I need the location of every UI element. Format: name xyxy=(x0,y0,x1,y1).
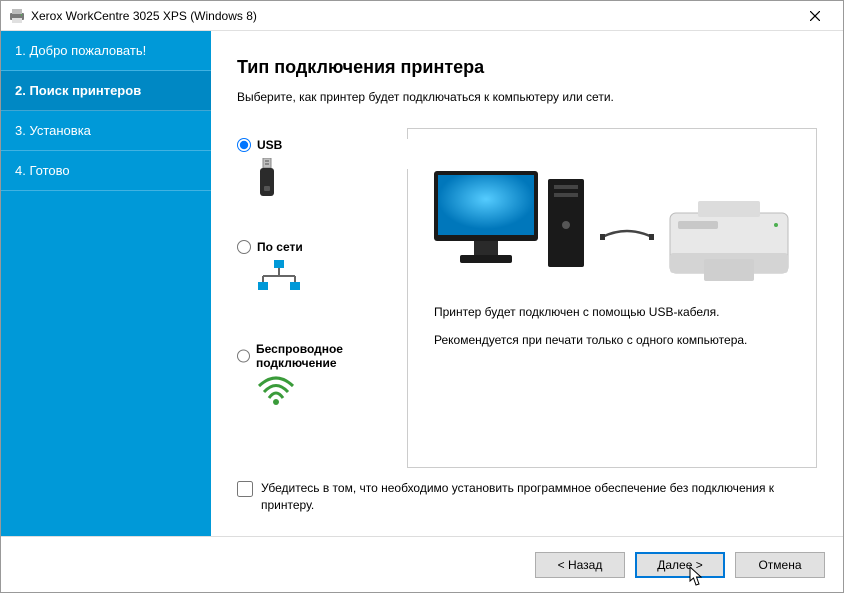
close-button[interactable] xyxy=(795,2,835,30)
installer-window: Xerox WorkCentre 3025 XPS (Windows 8) 1.… xyxy=(0,0,844,593)
radio-wireless[interactable] xyxy=(237,349,250,363)
option-usb[interactable]: USB xyxy=(237,138,397,198)
radio-wireless-label: Беспроводное подключение xyxy=(256,342,397,370)
window-title: Xerox WorkCentre 3025 XPS (Windows 8) xyxy=(31,9,795,23)
body: 1. Добро пожаловать! 2. Поиск принтеров … xyxy=(1,31,843,536)
main-content: Тип подключения принтера Выберите, как п… xyxy=(211,31,843,536)
sidebar-item-search[interactable]: 2. Поиск принтеров xyxy=(1,71,211,111)
option-wireless[interactable]: Беспроводное подключение xyxy=(237,342,397,416)
computer-icon xyxy=(430,165,590,275)
options-row: USB xyxy=(237,128,817,468)
radio-usb[interactable] xyxy=(237,138,251,152)
usb-drive-icon xyxy=(257,158,397,198)
printer-icon xyxy=(664,195,794,275)
radio-network-label: По сети xyxy=(257,240,303,254)
option-network[interactable]: По сети xyxy=(237,240,397,300)
cancel-button[interactable]: Отмена xyxy=(735,552,825,578)
preview-illustration xyxy=(424,155,800,275)
footer: < Назад Далее > Отмена xyxy=(1,536,843,592)
radio-usb-label: USB xyxy=(257,138,282,152)
back-button[interactable]: < Назад xyxy=(535,552,625,578)
page-title: Тип подключения принтера xyxy=(237,57,817,78)
preview-panel: Принтер будет подключен с помощью USB-ка… xyxy=(407,128,817,468)
radio-network[interactable] xyxy=(237,240,251,254)
page-subtitle: Выберите, как принтер будет подключаться… xyxy=(237,90,817,104)
sidebar-item-install[interactable]: 3. Установка xyxy=(1,111,211,151)
titlebar: Xerox WorkCentre 3025 XPS (Windows 8) xyxy=(1,1,843,31)
install-without-printer-row: Убедитесь в том, что необходимо установи… xyxy=(237,478,817,522)
network-icon xyxy=(257,260,397,300)
install-without-printer-label: Убедитесь в том, что необходимо установи… xyxy=(261,480,817,514)
install-without-printer-checkbox[interactable] xyxy=(237,481,253,497)
wifi-icon xyxy=(257,376,397,416)
preview-text-2: Рекомендуется при печати только с одного… xyxy=(434,333,800,347)
app-icon xyxy=(9,8,25,24)
preview-text-1: Принтер будет подключен с помощью USB-ка… xyxy=(434,305,800,319)
sidebar-item-welcome[interactable]: 1. Добро пожаловать! xyxy=(1,31,211,71)
next-button[interactable]: Далее > xyxy=(635,552,725,578)
options-list: USB xyxy=(237,128,397,468)
sidebar: 1. Добро пожаловать! 2. Поиск принтеров … xyxy=(1,31,211,536)
cable-icon xyxy=(600,227,654,247)
sidebar-item-done[interactable]: 4. Готово xyxy=(1,151,211,191)
